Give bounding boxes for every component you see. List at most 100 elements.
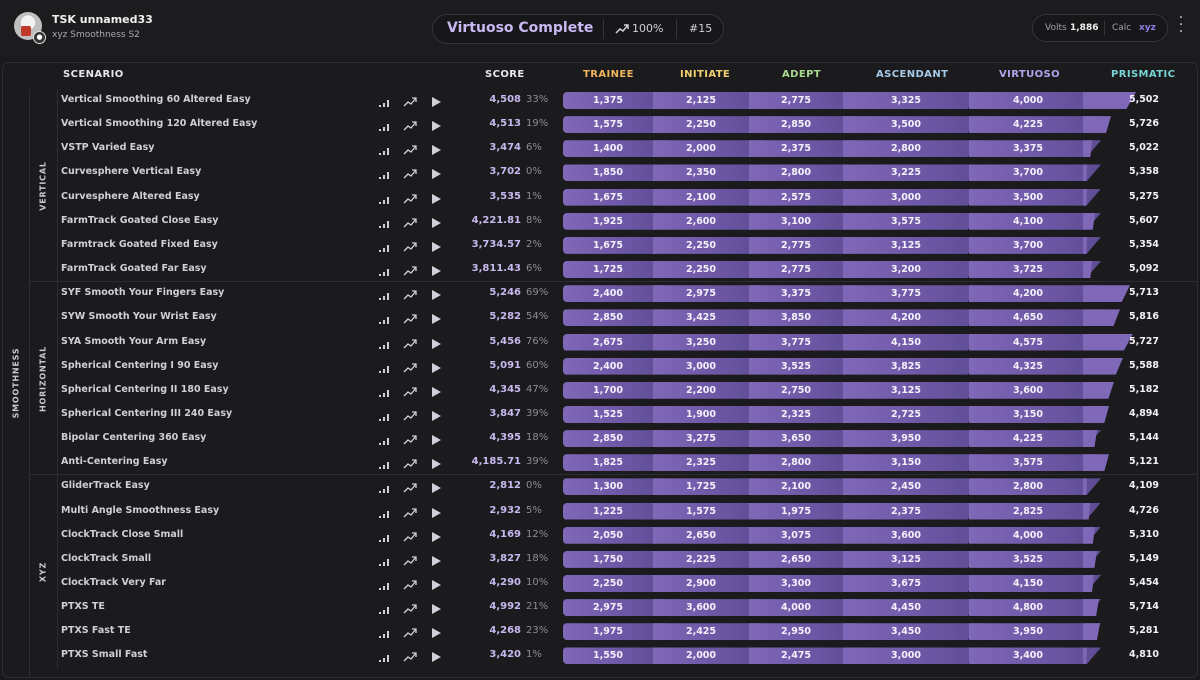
scenario-name[interactable]: SYF Smooth Your Fingers Easy: [61, 287, 224, 298]
trend-icon[interactable]: [403, 384, 417, 398]
scenario-name[interactable]: PTXS Small Fast: [61, 649, 147, 660]
table-row[interactable]: VSTP Varied Easy 3,474 6% 1,400 2,000 2,375 2,…: [59, 137, 1197, 161]
scenario-name[interactable]: PTXS Fast TE: [61, 625, 131, 636]
scenario-name[interactable]: Spherical Centering III 240 Easy: [61, 408, 232, 419]
trend-icon[interactable]: [403, 287, 417, 301]
trend-icon[interactable]: [403, 118, 417, 132]
scenario-name[interactable]: Spherical Centering II 180 Easy: [61, 384, 229, 395]
leaderboard-icon[interactable]: [377, 360, 391, 374]
table-row[interactable]: Vertical Smoothing 120 Altered Easy 4,513…: [59, 113, 1197, 137]
leaderboard-icon[interactable]: [377, 336, 391, 350]
trend-icon[interactable]: [403, 577, 417, 591]
play-icon[interactable]: [429, 287, 443, 301]
avatar[interactable]: ●: [14, 12, 46, 44]
table-row[interactable]: Bipolar Centering 360 Easy 4,395 18% 2,850 3…: [59, 427, 1197, 451]
trend-icon[interactable]: [403, 166, 417, 180]
trend-icon[interactable]: [403, 239, 417, 253]
leaderboard-icon[interactable]: [377, 239, 391, 253]
table-row[interactable]: FarmTrack Goated Far Easy 3,811.43 6% 1,725…: [59, 258, 1197, 282]
play-icon[interactable]: [429, 649, 443, 663]
trend-icon[interactable]: [403, 191, 417, 205]
leaderboard-icon[interactable]: [377, 649, 391, 663]
leaderboard-icon[interactable]: [377, 311, 391, 325]
table-row[interactable]: Multi Angle Smoothness Easy 2,932 5% 1,225 1…: [59, 500, 1197, 524]
table-row[interactable]: Spherical Centering III 240 Easy 3,847 39%…: [59, 403, 1197, 427]
leaderboard-icon[interactable]: [377, 625, 391, 639]
table-row[interactable]: SYA Smooth Your Arm Easy 5,456 76% 2,675 3,2…: [59, 331, 1197, 355]
play-icon[interactable]: [429, 408, 443, 422]
leaderboard-icon[interactable]: [377, 287, 391, 301]
table-row[interactable]: Spherical Centering I 90 Easy 5,091 60% 2,4…: [59, 355, 1197, 379]
trend-icon[interactable]: [403, 311, 417, 325]
play-icon[interactable]: [429, 263, 443, 277]
scenario-name[interactable]: ClockTrack Very Far: [61, 577, 166, 588]
more-options-icon[interactable]: · · ·: [1176, 11, 1186, 39]
trend-icon[interactable]: [403, 263, 417, 277]
play-icon[interactable]: [429, 142, 443, 156]
table-row[interactable]: ClockTrack Small 3,827 18% 1,750 2,225 2,650 3…: [59, 548, 1197, 572]
trend-icon[interactable]: [403, 336, 417, 350]
leaderboard-icon[interactable]: [377, 577, 391, 591]
trend-icon[interactable]: [403, 601, 417, 615]
leaderboard-icon[interactable]: [377, 166, 391, 180]
scenario-name[interactable]: Anti-Centering Easy: [61, 456, 168, 467]
table-row[interactable]: SYF Smooth Your Fingers Easy 5,246 69% 2,40…: [59, 282, 1197, 306]
leaderboard-icon[interactable]: [377, 94, 391, 108]
trend-icon[interactable]: [403, 480, 417, 494]
table-row[interactable]: ClockTrack Very Far 4,290 10% 2,250 2,900 3,3…: [59, 572, 1197, 596]
scenario-name[interactable]: Vertical Smoothing 120 Altered Easy: [61, 118, 257, 129]
leaderboard-icon[interactable]: [377, 432, 391, 446]
scenario-name[interactable]: ClockTrack Small: [61, 553, 151, 564]
scenario-name[interactable]: Bipolar Centering 360 Easy: [61, 432, 206, 443]
trend-icon[interactable]: [403, 649, 417, 663]
scenario-name[interactable]: ClockTrack Close Small: [61, 529, 183, 540]
trend-icon[interactable]: [403, 408, 417, 422]
play-icon[interactable]: [429, 360, 443, 374]
play-icon[interactable]: [429, 456, 443, 470]
trend-icon[interactable]: [403, 625, 417, 639]
leaderboard-icon[interactable]: [377, 505, 391, 519]
scenario-name[interactable]: Vertical Smoothing 60 Altered Easy: [61, 94, 251, 105]
header-score[interactable]: SCORE: [485, 69, 525, 80]
trend-icon[interactable]: [403, 553, 417, 567]
scenario-name[interactable]: GliderTrack Easy: [61, 480, 150, 491]
scenario-name[interactable]: VSTP Varied Easy: [61, 142, 154, 153]
trend-icon[interactable]: [403, 94, 417, 108]
table-row[interactable]: GliderTrack Easy 2,812 0% 1,300 1,725 2,100 2,…: [59, 475, 1197, 499]
table-row[interactable]: Anti-Centering Easy 4,185.71 39% 1,825 2,325…: [59, 451, 1197, 475]
play-icon[interactable]: [429, 505, 443, 519]
table-row[interactable]: Farmtrack Goated Fixed Easy 3,734.57 2% 1,6…: [59, 234, 1197, 258]
play-icon[interactable]: [429, 118, 443, 132]
play-icon[interactable]: [429, 191, 443, 205]
trend-icon[interactable]: [403, 529, 417, 543]
play-icon[interactable]: [429, 480, 443, 494]
play-icon[interactable]: [429, 553, 443, 567]
trend-icon[interactable]: [403, 360, 417, 374]
play-icon[interactable]: [429, 601, 443, 615]
play-icon[interactable]: [429, 384, 443, 398]
scenario-name[interactable]: Curvesphere Altered Easy: [61, 191, 200, 202]
play-icon[interactable]: [429, 166, 443, 180]
leaderboard-icon[interactable]: [377, 263, 391, 277]
table-row[interactable]: PTXS Fast TE 4,268 23% 1,975 2,425 2,950 3,450…: [59, 620, 1197, 644]
leaderboard-icon[interactable]: [377, 191, 391, 205]
play-icon[interactable]: [429, 239, 443, 253]
play-icon[interactable]: [429, 577, 443, 591]
user-name[interactable]: TSK unnamed33: [52, 13, 153, 26]
leaderboard-icon[interactable]: [377, 553, 391, 567]
calc-selector[interactable]: xyz: [1139, 23, 1156, 33]
table-row[interactable]: PTXS Small Fast 3,420 1% 1,550 2,000 2,475 3,0…: [59, 644, 1197, 668]
scenario-name[interactable]: Curvesphere Vertical Easy: [61, 166, 201, 177]
scenario-name[interactable]: SYA Smooth Your Arm Easy: [61, 336, 206, 347]
table-row[interactable]: FarmTrack Goated Close Easy 4,221.81 8% 1,9…: [59, 210, 1197, 234]
play-icon[interactable]: [429, 625, 443, 639]
play-icon[interactable]: [429, 94, 443, 108]
scenario-name[interactable]: Spherical Centering I 90 Easy: [61, 360, 219, 371]
leaderboard-icon[interactable]: [377, 408, 391, 422]
leaderboard-icon[interactable]: [377, 118, 391, 132]
header-scenario[interactable]: SCENARIO: [63, 69, 124, 80]
leaderboard-icon[interactable]: [377, 215, 391, 229]
leaderboard-icon[interactable]: [377, 142, 391, 156]
table-row[interactable]: ClockTrack Close Small 4,169 12% 2,050 2,650…: [59, 524, 1197, 548]
scenario-name[interactable]: FarmTrack Goated Close Easy: [61, 215, 218, 226]
